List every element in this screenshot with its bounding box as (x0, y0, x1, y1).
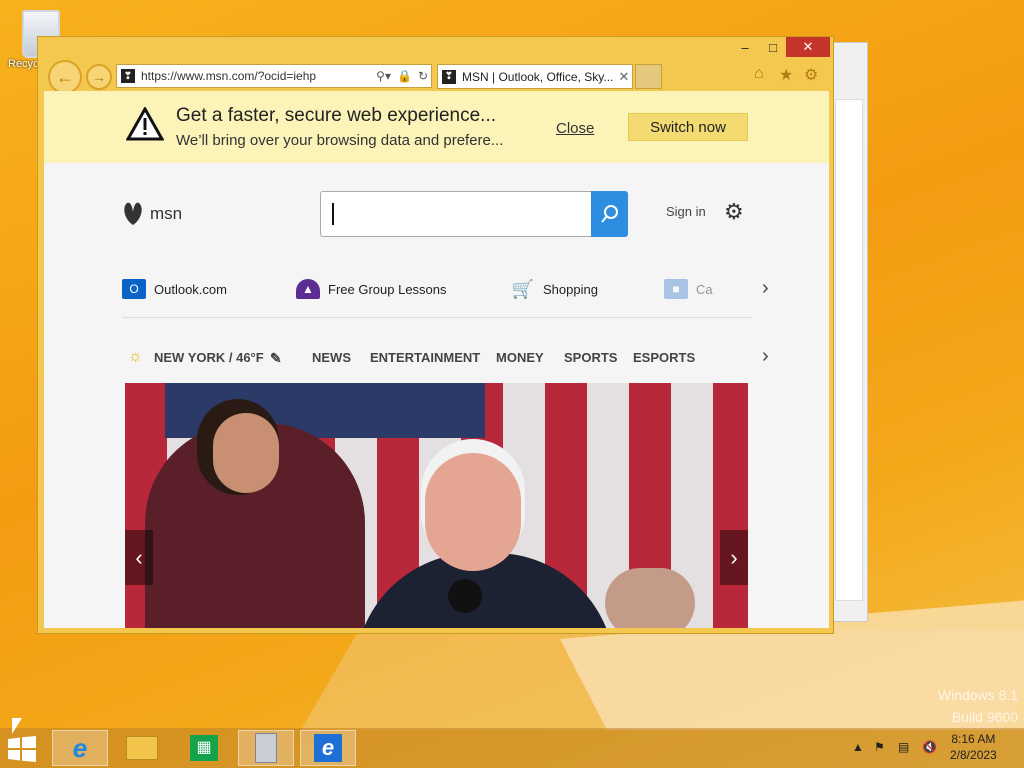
watermark-build: Build 9600 (951, 709, 1018, 725)
quick-link-cars[interactable]: ■ Ca (664, 279, 713, 299)
search-input[interactable] (320, 191, 626, 237)
arrow-right-icon: → (92, 69, 106, 85)
msn-favicon-icon: ❣ (121, 69, 135, 83)
taskbar-clock[interactable]: 8:16 AM 2/8/2023 (950, 731, 997, 763)
sun-weather-icon: ☼ (128, 348, 143, 365)
notification-close-link[interactable]: Close (556, 120, 594, 137)
address-url[interactable]: https://www.msn.com/?ocid=iehp (141, 69, 373, 83)
clock-date: 2/8/2023 (950, 748, 997, 762)
graduation-cap-icon: ▲ (296, 279, 320, 299)
favorites-star-icon[interactable]: ★ (779, 65, 793, 85)
tab-esports[interactable]: ESPORTS (633, 350, 695, 365)
outlook-icon: O (122, 279, 146, 299)
new-tab-button[interactable] (635, 64, 662, 89)
windows-start-icon[interactable] (8, 736, 36, 762)
quick-link-free-group-lessons[interactable]: ▲ Free Group Lessons (296, 279, 447, 299)
warning-icon (126, 107, 164, 141)
page-content: Get a faster, secure web experience... W… (44, 91, 829, 628)
quick-link-label: Outlook.com (154, 281, 227, 297)
lock-icon[interactable]: 🔒 (397, 69, 412, 83)
taskbar-store[interactable]: ▦ (176, 730, 232, 766)
ie-window: – □ ✕ ← → ❣ https://www.msn.com/?ocid=ie… (37, 36, 834, 634)
internet-explorer-icon: e (314, 734, 342, 762)
hero-image-carousel[interactable]: ‹ › (125, 383, 748, 628)
carousel-prev-arrow-icon[interactable]: ‹ (125, 530, 153, 585)
show-hidden-icons-chevron-icon[interactable]: ▲ (852, 740, 864, 754)
msn-settings-gear-icon[interactable]: ⚙ (724, 199, 744, 225)
folder-icon (126, 736, 158, 760)
switch-now-button[interactable]: Switch now (628, 113, 748, 141)
edit-pencil-icon[interactable]: ✎ (270, 350, 282, 367)
quick-links-next-chevron-icon[interactable]: › (762, 277, 769, 300)
back-button[interactable]: ← (48, 60, 82, 94)
maximize-button[interactable]: □ (758, 37, 788, 57)
tab-news[interactable]: NEWS (312, 350, 351, 365)
clock-time: 8:16 AM (951, 732, 996, 746)
taskbar-file-explorer[interactable] (114, 730, 170, 766)
sign-in-link[interactable]: Sign in (666, 204, 706, 219)
category-next-chevron-icon[interactable]: › (762, 345, 769, 368)
search-button[interactable] (591, 191, 628, 237)
store-icon: ▦ (190, 735, 218, 761)
msn-butterfly-icon (124, 202, 142, 225)
recycle-bin-label: Recyc (8, 58, 39, 70)
msn-logo[interactable]: msn (122, 201, 182, 227)
quick-link-outlook[interactable]: O Outlook.com (122, 279, 227, 299)
background-window-content (835, 99, 863, 601)
close-tab-icon[interactable]: ✕ (616, 69, 632, 85)
hero-person-center-head (425, 453, 521, 571)
divider (122, 317, 752, 318)
mouse-cursor-icon (12, 718, 22, 734)
quick-links: O Outlook.com ▲ Free Group Lessons 🛒 Sho… (122, 279, 752, 309)
internet-explorer-icon: e (72, 732, 88, 763)
volume-muted-icon[interactable]: 🔇 (922, 740, 937, 754)
car-icon: ■ (664, 279, 688, 299)
network-icon[interactable]: ▤ (898, 740, 909, 754)
tab-money[interactable]: MONEY (496, 350, 544, 365)
hero-person-left-head (213, 413, 279, 493)
msn-favicon-icon: ❣ (442, 69, 456, 84)
windows-watermark: Windows 8.1 Build 9600 (938, 684, 1018, 728)
notification-subtitle: We’ll bring over your browsing data and … (176, 132, 504, 149)
tab-sports[interactable]: SPORTS (564, 350, 617, 365)
microphone (448, 579, 482, 613)
notification-title: Get a faster, secure web experience... (176, 105, 497, 126)
installer-icon (255, 733, 277, 763)
address-bar[interactable]: ❣ https://www.msn.com/?ocid=iehp ⚲▾ 🔒 ↻ (116, 64, 432, 88)
taskbar-ie-pinned[interactable]: e (52, 730, 108, 766)
quick-link-label: Shopping (543, 281, 598, 297)
quick-link-label: Ca (696, 281, 713, 297)
refresh-icon[interactable]: ↻ (418, 69, 428, 83)
text-caret (332, 203, 334, 225)
hero-person-right (605, 568, 695, 628)
search-icon (600, 205, 618, 223)
msn-logo-text: msn (150, 204, 183, 223)
close-window-button[interactable]: ✕ (786, 37, 830, 57)
search-dropdown-icon[interactable]: ⚲▾ (376, 69, 391, 83)
tab-title: MSN | Outlook, Office, Sky... (462, 69, 614, 84)
weather-location[interactable]: NEW YORK / 46°F (154, 350, 264, 365)
forward-button[interactable]: → (86, 64, 112, 90)
settings-gear-icon[interactable]: ⚙ (804, 65, 818, 85)
category-nav: ☼ NEW YORK / 46°F ✎ NEWS ENTERTAINMENT M… (122, 347, 762, 369)
watermark-os: Windows 8.1 (937, 687, 1018, 703)
quick-link-label: Free Group Lessons (328, 281, 447, 297)
taskbar: e ▦ e ▲ ⚑ ▤ 🔇 8:16 AM 2/8/2023 (0, 728, 1024, 768)
tab-msn[interactable]: ❣ MSN | Outlook, Office, Sky... ✕ (437, 64, 633, 89)
tab-entertainment[interactable]: ENTERTAINMENT (370, 350, 480, 365)
quick-link-shopping[interactable]: 🛒 Shopping (511, 279, 598, 299)
carousel-next-arrow-icon[interactable]: › (720, 530, 748, 585)
minimize-button[interactable]: – (730, 37, 760, 57)
action-center-flag-icon[interactable]: ⚑ (874, 740, 885, 754)
shopping-cart-icon: 🛒 (511, 278, 535, 299)
arrow-left-icon: ← (56, 66, 74, 87)
taskbar-ie-window[interactable]: e (300, 730, 356, 766)
taskbar-installer[interactable] (238, 730, 294, 766)
home-icon[interactable]: ⌂ (754, 65, 764, 83)
edge-notification-bar: Get a faster, secure web experience... W… (44, 91, 829, 163)
